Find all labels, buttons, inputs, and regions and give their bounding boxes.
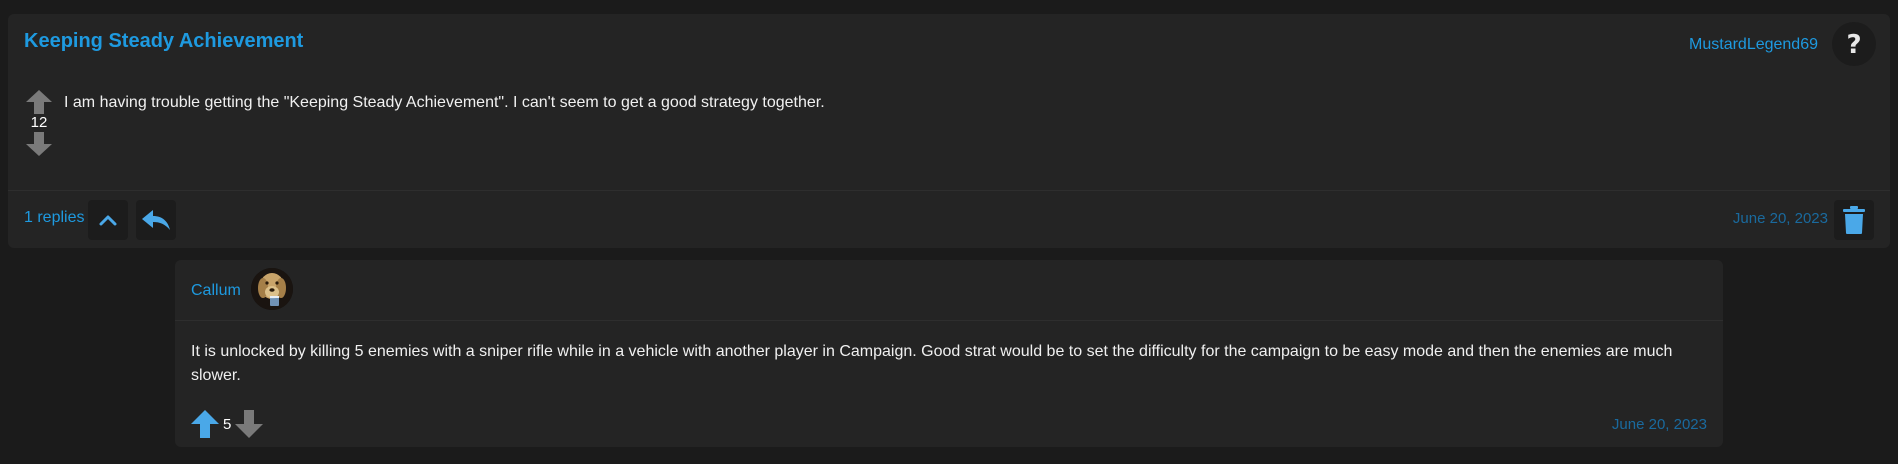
reply-card: Callum It is unlocked by killing 5 enemi… [175, 260, 1723, 447]
trash-icon [1843, 206, 1865, 234]
reply-arrow-icon [142, 210, 170, 230]
post-title[interactable]: Keeping Steady Achievement [24, 30, 303, 53]
downvote-arrow-icon[interactable] [26, 132, 52, 156]
post-divider [8, 190, 1890, 191]
reply-vote-count: 5 [223, 415, 232, 433]
reply-body: It is unlocked by killing 5 enemies with… [191, 343, 1673, 384]
post-vote-control: 12 [24, 90, 54, 156]
delete-post-button[interactable] [1834, 200, 1874, 240]
reply-author-avatar[interactable] [251, 268, 293, 310]
post-author-link[interactable]: MustardLegend69 [1689, 36, 1818, 54]
dog-avatar-image [251, 268, 293, 310]
reply-button[interactable] [136, 200, 176, 240]
downvote-arrow-icon[interactable] [235, 410, 264, 438]
chevron-up-icon [99, 215, 117, 226]
reply-date: June 20, 2023 [1611, 416, 1707, 433]
reply-vote-control: 5 [191, 410, 264, 438]
post-card: Keeping Steady Achievement MustardLegend… [8, 14, 1890, 248]
reply-author-link[interactable]: Callum [191, 282, 241, 300]
upvote-arrow-icon[interactable] [191, 410, 219, 438]
upvote-arrow-icon[interactable] [26, 90, 52, 114]
reply-divider [175, 320, 1723, 321]
replies-count-link[interactable]: 1 replies [24, 209, 84, 227]
post-body: I am having trouble getting the "Keeping… [64, 94, 825, 111]
author-avatar[interactable]: ? [1832, 22, 1876, 66]
post-vote-count: 12 [30, 114, 48, 131]
post-date: June 20, 2023 [1732, 210, 1828, 227]
svg-text:?: ? [1846, 31, 1861, 57]
question-mark-icon: ? [1846, 31, 1861, 57]
collapse-replies-button[interactable] [88, 200, 128, 240]
